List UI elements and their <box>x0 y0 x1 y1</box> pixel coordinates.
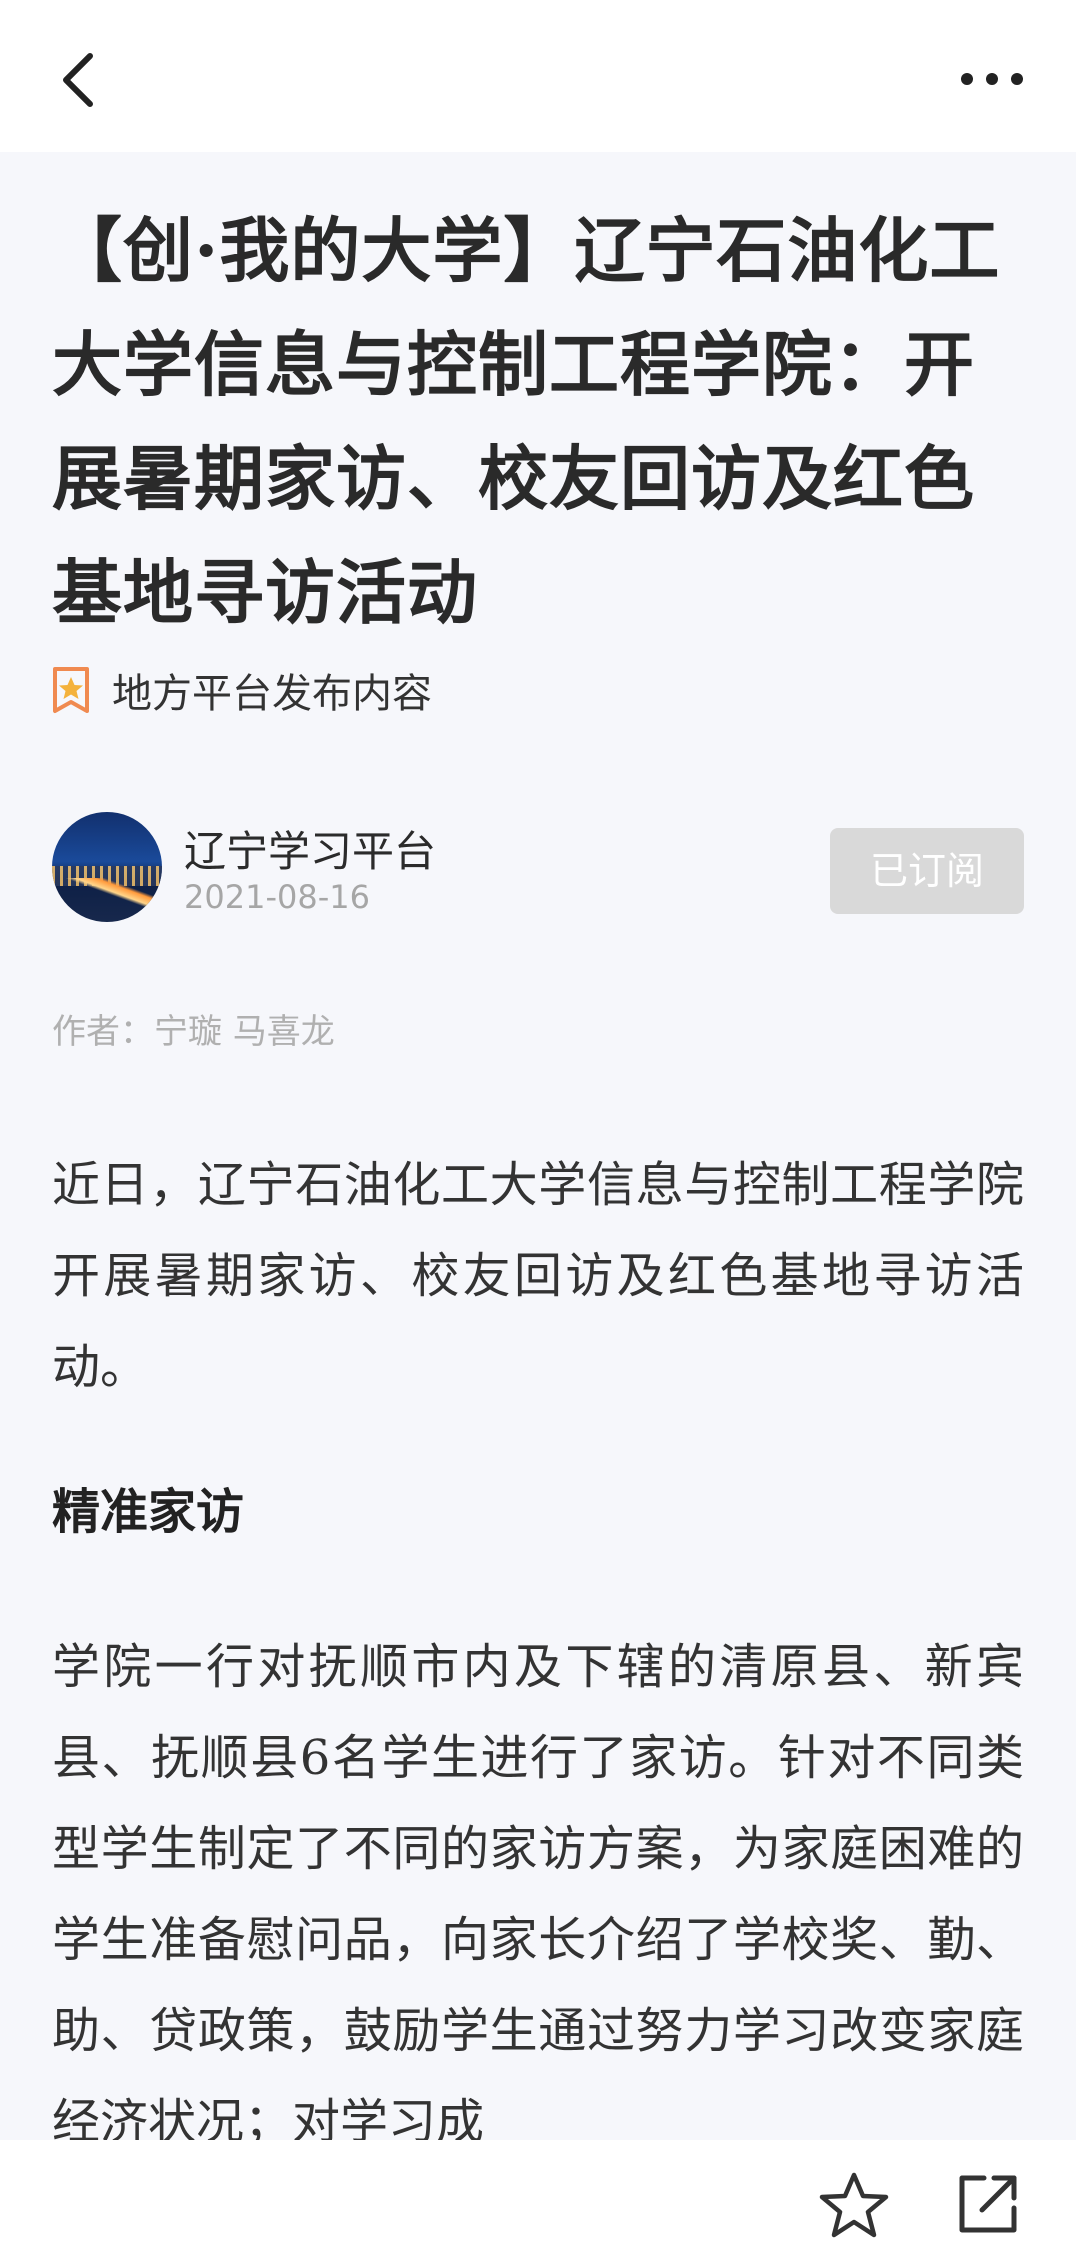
avatar-bridge-lights <box>66 878 162 908</box>
source-tag: 地方平台发布内容 <box>52 662 432 718</box>
more-options-button[interactable] <box>955 56 1029 102</box>
publisher-name[interactable]: 辽宁学习平台 <box>184 818 436 879</box>
back-button[interactable] <box>52 44 112 114</box>
avatar[interactable] <box>52 812 162 922</box>
star-badge-icon <box>53 667 89 713</box>
subscribe-button[interactable]: 已订阅 <box>830 828 1024 914</box>
article-title: 【创·我的大学】辽宁石油化工大学信息与控制工程学院：开展暑期家访、校友回访及红色… <box>52 209 1001 634</box>
author-line: 作者：宁璇 马喜龙 <box>52 1012 335 1052</box>
share-button[interactable] <box>956 2172 1020 2236</box>
more-horizontal-icon <box>961 73 1023 85</box>
favorite-button[interactable] <box>818 2170 890 2240</box>
bottom-action-bar <box>0 2140 1076 2268</box>
share-external-icon <box>959 2175 1017 2233</box>
article-paragraph: 近日，辽宁石油化工大学信息与控制工程学院开展暑期家访、校友回访及红色基地寻访活动… <box>52 1157 1024 1395</box>
publisher-card: 辽宁学习平台 2021-08-16 已订阅 <box>52 812 1024 924</box>
top-navigation-bar <box>0 0 1076 152</box>
article-paragraph: 学院一行对抚顺市内及下辖的清原县、新宾县、抚顺县6名学生进行了家访。针对不同类型… <box>52 1639 1024 2150</box>
star-icon <box>819 2172 889 2238</box>
section-heading: 精准家访 <box>52 1484 245 1540</box>
chevron-left-icon <box>63 53 93 107</box>
source-label: 地方平台发布内容 <box>112 671 432 717</box>
publish-date: 2021-08-16 <box>184 878 370 916</box>
